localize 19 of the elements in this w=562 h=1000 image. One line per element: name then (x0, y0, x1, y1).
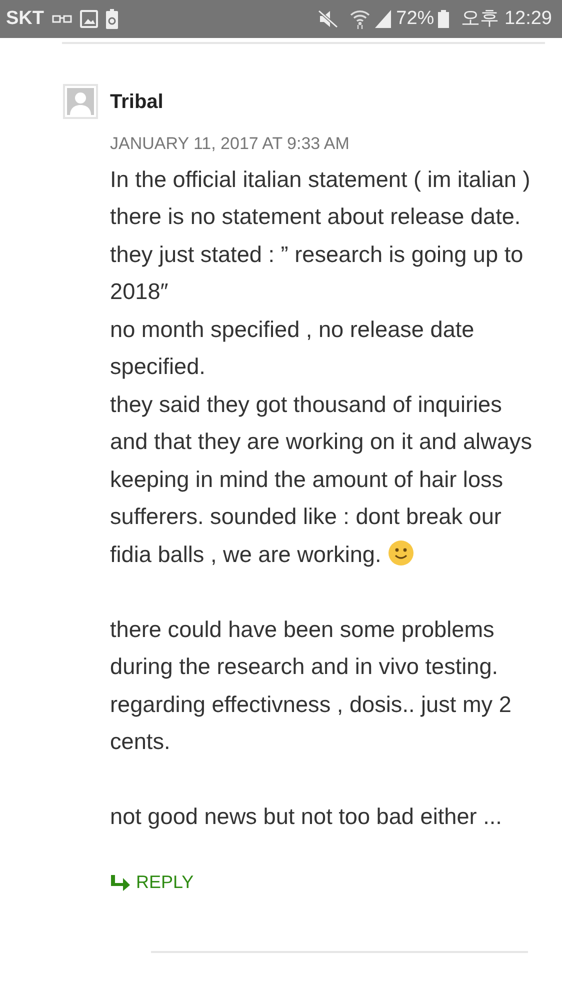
reply-arrow-icon (110, 874, 130, 890)
reply-link[interactable]: REPLY (110, 869, 194, 896)
mute-icon (318, 10, 338, 28)
comment-text: no month specified , no release date specified. (110, 316, 474, 379)
glasses-icon (52, 14, 72, 24)
battery-recycle-icon (106, 9, 118, 29)
comment-text: there could have been some problems during the research and in vivo testing. regarding effectivness , dosis.. just my 2 cents. (110, 616, 512, 754)
wifi-icon (350, 9, 370, 29)
signal-icon (374, 10, 392, 28)
carrier-name: SKT (6, 6, 44, 31)
comment-text: In the official italian statement ( im italian ) there is no statement about release date. (110, 166, 530, 229)
battery-percentage: 72% (396, 6, 434, 31)
comment-text: not good news but not too bad either ... (110, 804, 502, 829)
author-name: Tribal (110, 92, 164, 112)
battery-icon (438, 10, 450, 28)
comment-date: JANUARY 11, 2017 AT 9:33 AM (110, 133, 350, 155)
clock: 오후 12:29 (461, 6, 552, 31)
comment-text: they said they got thousand of inquiries and that they are working on it and always keeping in mind the amount of hair loss sufferers. sounded like : dont break our fidia balls , we are working. (110, 392, 532, 566)
image-icon (80, 10, 98, 28)
